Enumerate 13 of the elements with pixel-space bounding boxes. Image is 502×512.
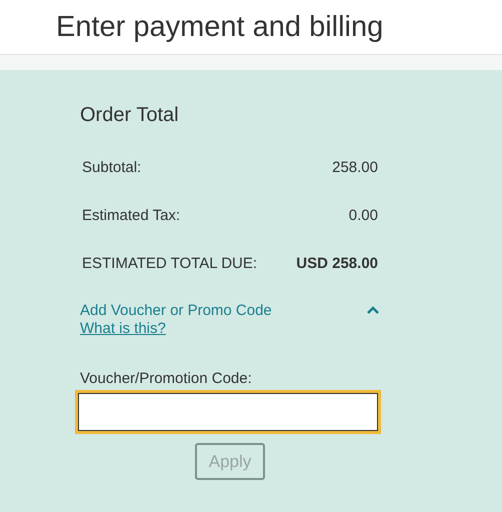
help-link[interactable]: What is this? [80,320,166,338]
voucher-toggle[interactable]: Add Voucher or Promo Code [80,302,272,320]
order-total-heading: Order Total [80,103,179,128]
summary-value: 258.00 [332,158,378,178]
field-label: Voucher/Promotion Code: [80,370,252,388]
summary-value: USD 258.00 [296,254,378,274]
chevron-icon[interactable] [366,305,380,315]
page-title: Enter payment and billing [56,12,384,42]
summary-value: 0.00 [348,206,378,226]
voucher-input[interactable] [78,393,378,431]
summary-label: Estimated Tax: [82,206,180,226]
summary-label: ESTIMATED TOTAL DUE: [82,254,258,274]
summary-label: Subtotal: [82,158,142,178]
